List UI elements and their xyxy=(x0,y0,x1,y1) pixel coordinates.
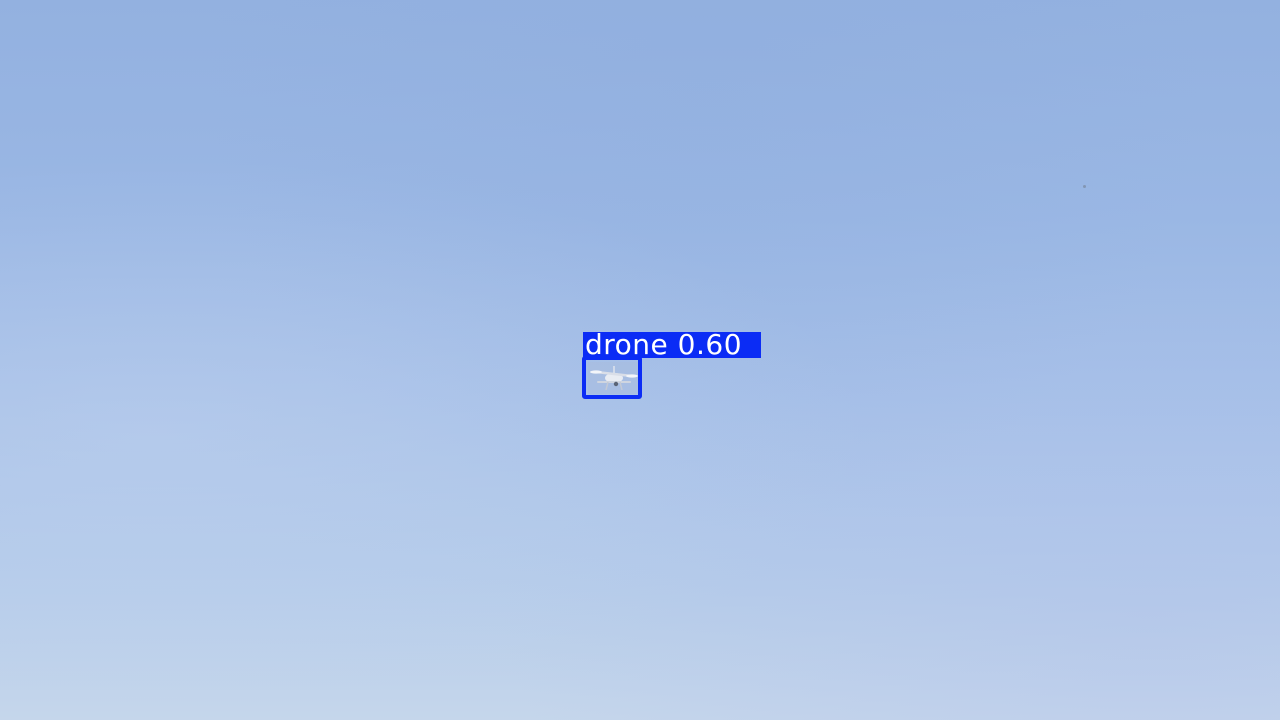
distant-speck xyxy=(1083,185,1086,188)
sky-scene: drone 0.60 xyxy=(0,0,1280,720)
detection-label: drone 0.60 xyxy=(583,331,761,359)
detection-bounding-box xyxy=(582,356,642,399)
